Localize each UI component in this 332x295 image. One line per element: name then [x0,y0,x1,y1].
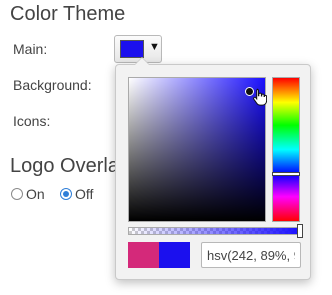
color-theme-heading: Color Theme [10,3,126,25]
logo-overlay-on-label[interactable]: On [26,186,45,202]
background-color-label: Background: [13,77,92,93]
logo-overlay-off-label[interactable]: Off [75,186,93,202]
logo-overlay-heading: Logo Overlay [10,155,129,177]
color-value-input[interactable] [201,242,301,268]
logo-overlay-on-radio[interactable] [11,188,23,200]
main-color-swatch [120,40,144,58]
logo-overlay-off-radio[interactable] [60,188,72,200]
icons-color-label: Icons: [13,113,51,129]
saturation-value-area[interactable] [128,77,267,222]
new-color-swatch [159,242,190,268]
chevron-down-icon: ▼ [149,41,160,53]
alpha-slider-bar[interactable] [128,224,303,238]
alpha-slider-handle[interactable] [297,224,303,238]
main-color-label: Main: [13,41,48,57]
hue-slider-handle[interactable] [272,172,300,176]
previous-color-swatch[interactable] [128,242,159,268]
color-picker-popup [115,57,311,280]
hue-slider-bar[interactable] [272,77,300,222]
hand-cursor-icon [253,88,267,106]
